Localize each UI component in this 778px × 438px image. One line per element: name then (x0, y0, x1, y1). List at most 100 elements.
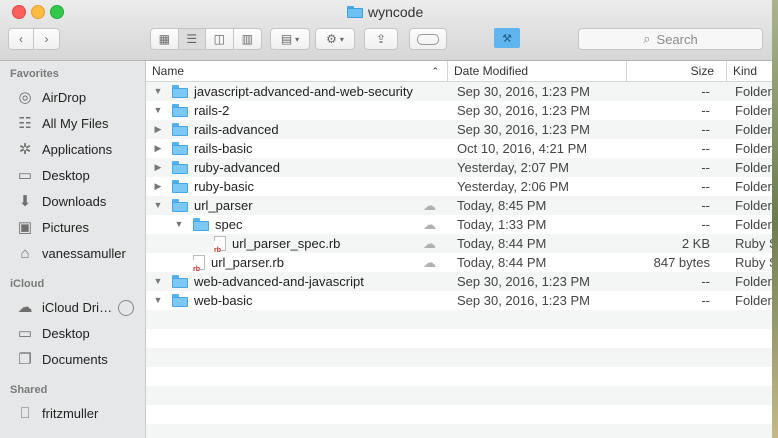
row-name-label: url_parser (194, 198, 253, 213)
row-kind: Folder (735, 217, 772, 232)
table-row[interactable]: ▶ rails-advanced Sep 30, 2016, 1:23 PM -- Fo… (146, 120, 772, 139)
folder-icon (193, 218, 209, 231)
share-button[interactable]: ⇪ (364, 28, 398, 50)
row-name: web-advanced-and-javascript (172, 272, 364, 291)
window-title-label: wyncode (368, 4, 424, 20)
table-row[interactable]: ▼ web-basic Sep 30, 2016, 1:23 PM -- Folder (146, 291, 772, 310)
row-size: -- (701, 84, 710, 99)
column-kind[interactable]: Kind (727, 61, 772, 81)
sidebar-item-label: Downloads (42, 193, 107, 209)
table-row[interactable]: ▶ ruby-advanced Yesterday, 2:07 PM -- Folder (146, 158, 772, 177)
row-size: -- (701, 160, 710, 175)
disclosure-expanded-icon[interactable]: ▼ (153, 291, 163, 310)
sidebar-item-icloud-drive[interactable]: ☁ iCloud Dri… (16, 297, 113, 317)
disclosure-expanded-icon[interactable]: ▼ (153, 82, 163, 101)
sidebar-item-all-my-files[interactable]: ☷ All My Files (16, 113, 108, 133)
table-row[interactable]: ▶ rails-basic Oct 10, 2016, 4:21 PM -- Folde… (146, 139, 772, 158)
table-row[interactable]: ▼ spec ☁ Today, 1:33 PM -- Folder (146, 215, 772, 234)
cover-flow-button[interactable]: ▥ (234, 29, 261, 49)
row-name-label: ruby-advanced (194, 160, 280, 175)
row-kind: Folder (735, 293, 772, 308)
sidebar-item-applications[interactable]: ✲ Applications (16, 139, 112, 159)
sidebar-item-icloud-desktop[interactable]: ▭ Desktop (16, 323, 90, 343)
list-icon: ☰ (186, 32, 198, 46)
close-button[interactable] (12, 5, 26, 19)
row-name-label: web-basic (194, 293, 253, 308)
table-row[interactable]: ▶ ruby-basic Yesterday, 2:06 PM -- Folder (146, 177, 772, 196)
search-field[interactable]: ⌕ Search (578, 28, 763, 50)
icon-view-button[interactable]: ▦ (151, 29, 179, 49)
column-date-modified[interactable]: Date Modified (448, 61, 627, 81)
disclosure-collapsed-icon[interactable]: ▶ (153, 120, 163, 139)
list-view-button[interactable]: ☰ (178, 29, 206, 49)
view-switcher: ▦ ☰ ◫ ▥ (150, 28, 262, 50)
table-row[interactable]: ▼ rails-2 Sep 30, 2016, 1:23 PM -- Folder (146, 101, 772, 120)
empty-row (146, 348, 772, 367)
sort-ascending-icon: ⌃ (431, 66, 439, 76)
disclosure-collapsed-icon[interactable]: ▶ (153, 158, 163, 177)
back-button[interactable]: ‹ (9, 29, 35, 49)
minimize-button[interactable] (31, 5, 45, 19)
row-size: -- (701, 179, 710, 194)
row-date: Yesterday, 2:07 PM (457, 160, 570, 175)
search-icon: ⌕ (643, 31, 651, 46)
disclosure-expanded-icon[interactable]: ▼ (153, 101, 163, 120)
column-size[interactable]: Size (627, 61, 727, 81)
folder-icon (172, 85, 188, 98)
row-name: rails-advanced (172, 120, 279, 139)
sidebar-item-pictures[interactable]: ▣ Pictures (16, 217, 89, 237)
column-date-label: Date Modified (454, 64, 529, 78)
row-kind: Folder (735, 179, 772, 194)
row-kind: Folder (735, 122, 772, 137)
folder-icon (172, 104, 188, 117)
sidebar: Favorites ◎ AirDrop ☷ All My Files ✲ Applic… (0, 61, 146, 438)
finder-window: wyncode ‹ › ▦ ☰ ◫ ▥ ▤▾ ⚙▾ ⇪ ⚒ ⌕ Search (0, 0, 772, 438)
sidebar-item-fritzmuller[interactable]: ⎕ fritzmuller (16, 403, 98, 423)
forward-button[interactable]: › (34, 29, 59, 49)
column-size-label: Size (690, 64, 714, 78)
row-date: Sep 30, 2016, 1:23 PM (457, 122, 590, 137)
folder-icon (172, 294, 188, 307)
disclosure-collapsed-icon[interactable]: ▶ (153, 177, 163, 196)
row-date: Today, 8:44 PM (457, 255, 547, 270)
grid-icon: ▦ (158, 32, 170, 46)
row-name-label: url_parser.rb (211, 255, 284, 270)
desktop-icon: ▭ (17, 325, 33, 342)
disclosure-expanded-icon[interactable]: ▼ (174, 215, 184, 234)
column-view-button[interactable]: ◫ (206, 29, 234, 49)
columns-icon: ◫ (213, 32, 225, 46)
sidebar-item-label: Applications (42, 141, 113, 157)
row-kind: Folder (735, 141, 772, 156)
action-button[interactable]: ⚙ ▾ (315, 28, 355, 50)
disclosure-expanded-icon[interactable]: ▼ (153, 272, 163, 291)
sync-progress-icon (118, 300, 134, 316)
arrange-button[interactable]: ▤ ▾ (270, 28, 310, 50)
sidebar-item-downloads[interactable]: ⬇ Downloads (16, 191, 107, 211)
pictures-icon: ▣ (17, 219, 33, 236)
zoom-button[interactable] (50, 5, 64, 19)
row-date: Yesterday, 2:06 PM (457, 179, 570, 194)
column-name[interactable]: Name ⌃ (146, 61, 448, 81)
row-kind: Ruby S (735, 236, 772, 251)
row-name-label: javascript-advanced-and-web-security (194, 84, 413, 99)
sidebar-item-vanessamuller[interactable]: ⌂ vanessamuller (16, 243, 125, 263)
table-row[interactable]: rb url_parser.rb ☁ Today, 8:44 PM 847 bytes R… (146, 253, 772, 279)
table-row[interactable]: ▼ web-advanced-and-javascript Sep 30, 2016… (146, 272, 772, 291)
disclosure-collapsed-icon[interactable]: ▶ (153, 139, 163, 158)
row-size: -- (701, 141, 710, 156)
row-kind: Folder (735, 198, 772, 213)
sidebar-item-desktop[interactable]: ▭ Desktop (16, 165, 90, 185)
disclosure-expanded-icon[interactable]: ▼ (153, 196, 163, 215)
row-size: -- (701, 198, 710, 213)
table-row[interactable]: ▼ javascript-advanced-and-web-security Sep… (146, 82, 772, 101)
empty-row (146, 405, 772, 424)
table-row[interactable]: rb url_parser_spec.rb ☁ Today, 8:44 PM 2 KB R… (146, 234, 772, 260)
folder-icon (172, 142, 188, 155)
folder-icon (347, 6, 363, 18)
sidebar-item-airdrop[interactable]: ◎ AirDrop (16, 87, 86, 107)
sidebar-item-documents[interactable]: ❐ Documents (16, 349, 107, 369)
row-date: Today, 8:45 PM (457, 198, 547, 213)
developer-folder-icon[interactable]: ⚒ (494, 28, 520, 48)
table-row[interactable]: ▼ url_parser ☁ Today, 8:45 PM -- Folder (146, 196, 772, 215)
tags-button[interactable] (409, 28, 447, 50)
